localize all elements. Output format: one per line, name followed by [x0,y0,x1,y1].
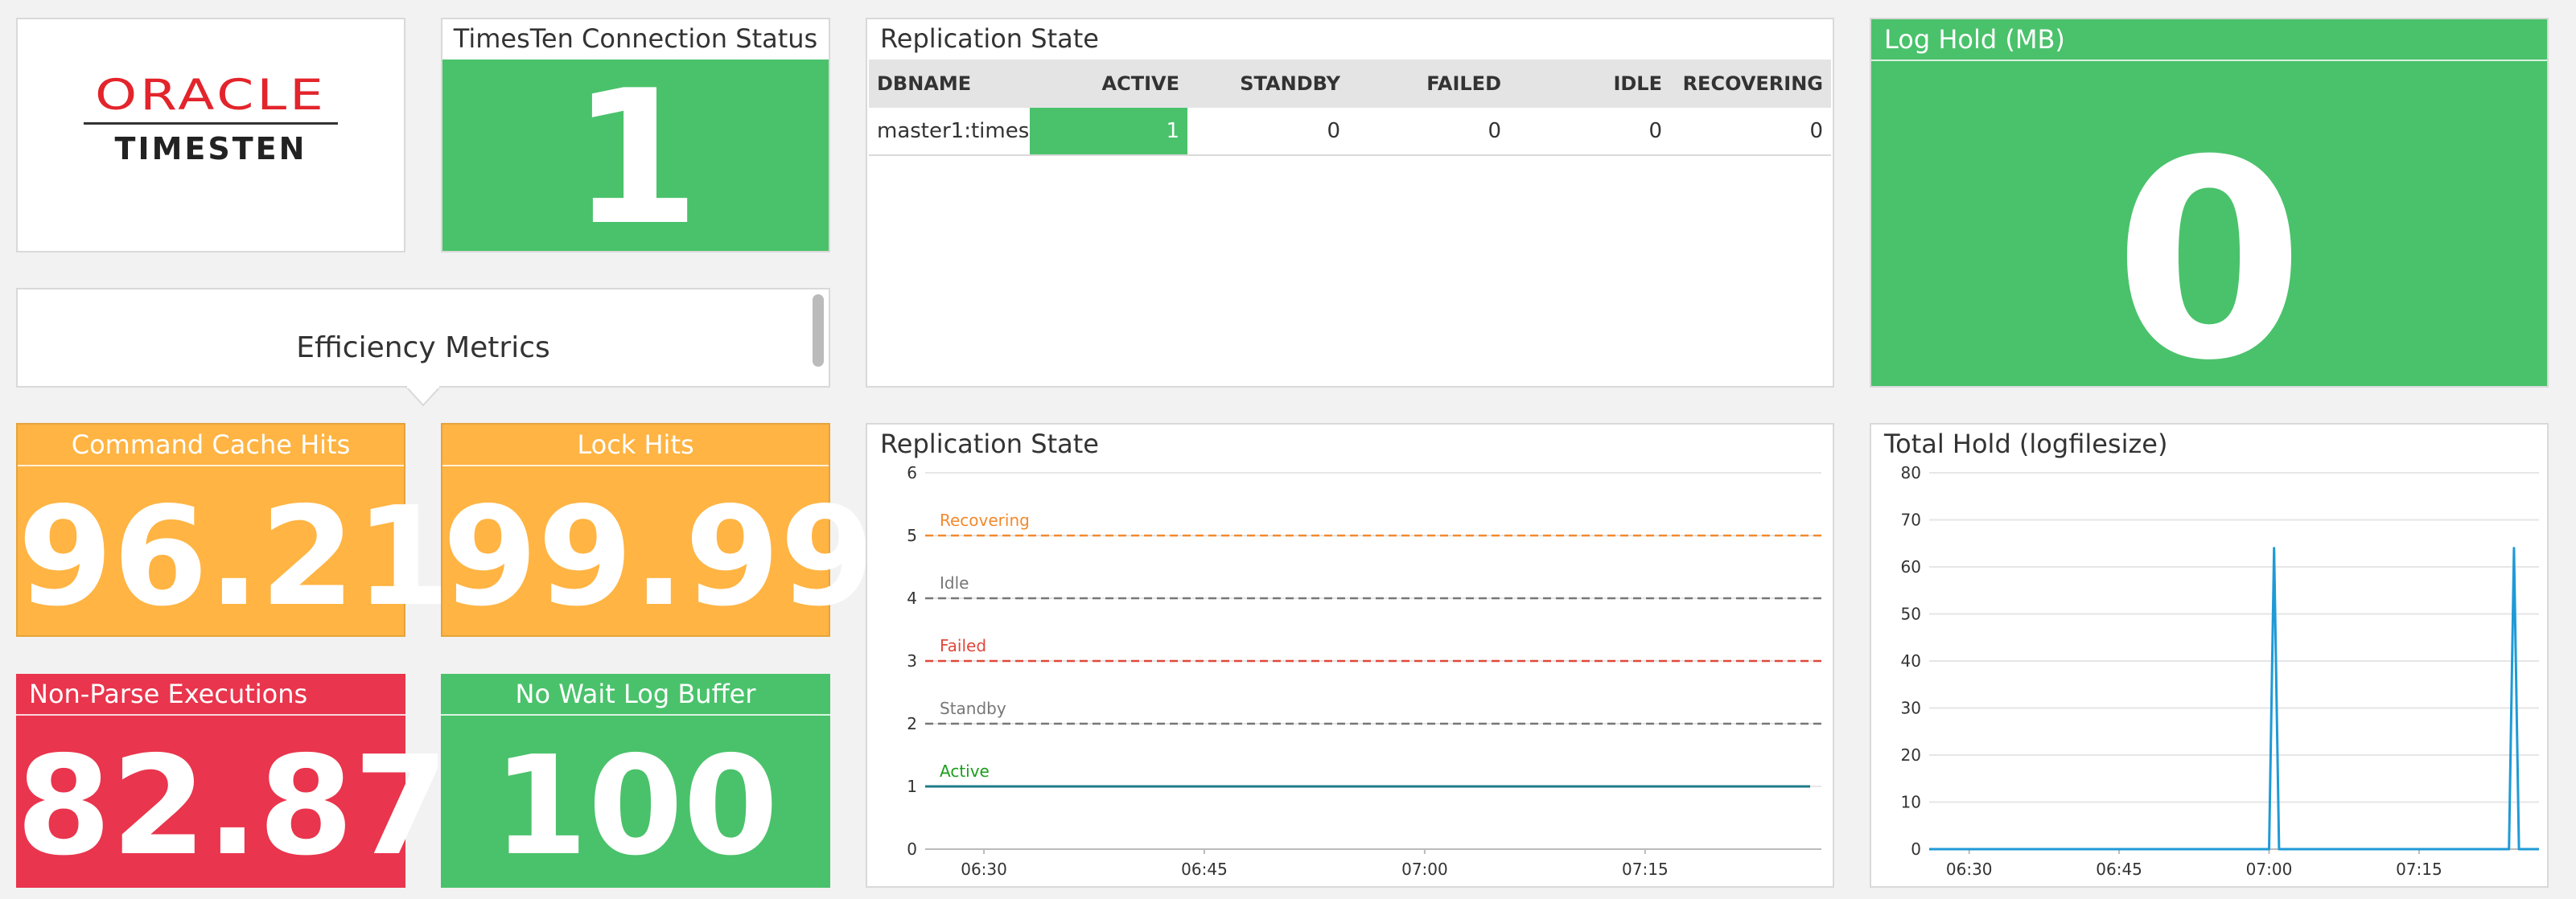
y-tick-label: 10 [1901,793,1921,812]
logo-rule [84,122,338,125]
column-header[interactable]: DBNAME [869,60,1030,108]
y-tick-label: 0 [907,839,917,859]
x-tick-label: 06:30 [1946,860,1993,879]
lock-hits-value: 99.99 [442,478,875,637]
log-hold-widget[interactable]: Log Hold (MB) 0 [1870,18,2549,421]
note-pointer [405,386,441,407]
table-cell-dbname: master1:timeste [869,108,1030,156]
efficiency-metrics-note: Efficiency Metrics [16,288,830,388]
log-hold-title: Log Hold (MB) [1884,24,2065,55]
column-header[interactable]: RECOVERING [1670,60,1831,108]
oracle-logo: ORACLE TIMESTEN [84,71,338,166]
column-header[interactable]: STANDBY [1187,60,1348,108]
connection-status-widget[interactable]: TimesTen Connection Status 1 [441,18,830,252]
lock-hits-title: Lock Hits [577,429,694,460]
command-cache-hits-divider [18,465,404,466]
replication-state-chart[interactable]: 0 1 2 3 4 5 6 06:30 06:45 07:00 07:15 Recovering Idl… [867,425,1833,886]
table-cell-failed: 0 [1348,108,1509,156]
non-parse-executions-divider [16,714,405,716]
x-tick-label: 07:00 [1401,860,1448,879]
marker-label: Active [940,761,990,781]
y-tick-label: 80 [1901,463,1921,482]
command-cache-hits-title: Command Cache Hits [71,429,351,460]
replication-table: DBNAME ACTIVE STANDBY FAILED IDLE RECOVE… [869,60,1831,156]
non-parse-executions-value: 82.87 [16,727,449,886]
connection-status-title: TimesTen Connection Status [453,23,818,54]
y-tick-label: 3 [907,651,917,671]
efficiency-metrics-title: Efficiency Metrics [296,331,550,364]
oracle-timesten-logo-tile: ORACLE TIMESTEN [16,18,405,252]
non-parse-executions-widget[interactable]: Non-Parse Executions 82.87 [16,674,449,888]
marker-label: Failed [940,636,986,655]
logo-product-text: TIMESTEN [115,131,307,166]
y-tick-label: 2 [907,714,917,733]
column-header[interactable]: FAILED [1348,60,1509,108]
marker-label: Idle [940,573,969,593]
log-hold-divider [1871,60,2547,61]
x-tick-label: 06:45 [1181,860,1228,879]
x-tick-label: 06:30 [961,860,1007,879]
no-wait-log-buffer-divider [441,714,830,716]
table-cell-recovering: 0 [1670,108,1831,156]
logo-brand-text: ORACLE [95,71,327,120]
connection-status-value: 1 [570,51,701,266]
column-header[interactable]: IDLE [1509,60,1670,108]
y-tick-label: 60 [1901,557,1921,577]
log-hold-value: 0 [2113,102,2305,421]
replication-table-title: Replication State [880,23,1099,54]
y-tick-label: 40 [1901,651,1921,671]
table-cell-standby: 0 [1187,108,1348,156]
no-wait-log-buffer-value: 100 [492,727,779,886]
y-tick-label: 1 [907,777,917,796]
note-scrollbar[interactable] [813,294,824,367]
command-cache-hits-widget[interactable]: Command Cache Hits 96.21 [16,423,451,637]
table-row: master1:timeste 1 0 0 0 0 [869,108,1831,156]
column-header[interactable]: ACTIVE [1030,60,1187,108]
marker-label: Standby [940,699,1006,718]
y-tick-label: 20 [1901,745,1921,765]
table-cell-idle: 0 [1509,108,1670,156]
lock-hits-widget[interactable]: Lock Hits 99.99 [441,423,875,637]
x-tick-label: 07:15 [1622,860,1669,879]
table-cell-active: 1 [1030,108,1187,156]
non-parse-executions-title: Non-Parse Executions [29,679,308,709]
command-cache-hits-value: 96.21 [18,478,451,637]
total-hold-chart-widget[interactable]: Total Hold (logfilesize) 0 10 20 30 40 50 60 70… [1870,423,2549,888]
lock-hits-divider [442,465,829,466]
replication-state-chart-widget[interactable]: Replication State 0 1 2 3 4 5 6 06:30 06:45 07:00… [866,423,1834,888]
no-wait-log-buffer-title: No Wait Log Buffer [515,679,756,709]
x-tick-label: 07:15 [2396,860,2442,879]
y-tick-label: 4 [907,589,917,608]
total-hold-chart[interactable]: 0 10 20 30 40 50 60 70 80 06:30 06:45 07:00 07:15 [1871,425,2547,886]
replication-state-table-widget[interactable]: Replication State DBNAME ACTIVE STANDBY … [866,18,1834,388]
no-wait-log-buffer-widget[interactable]: No Wait Log Buffer 100 [441,674,830,888]
x-tick-label: 06:45 [2096,860,2142,879]
y-tick-label: 6 [907,463,917,482]
replication-table-header-row: DBNAME ACTIVE STANDBY FAILED IDLE RECOVE… [869,60,1831,108]
series-line [1929,547,2539,851]
y-tick-label: 70 [1901,511,1921,530]
x-tick-label: 07:00 [2246,860,2293,879]
marker-label: Recovering [940,511,1030,530]
y-tick-label: 30 [1901,699,1921,718]
y-tick-label: 5 [907,526,917,545]
y-tick-label: 0 [1911,839,1921,859]
y-tick-label: 50 [1901,605,1921,624]
